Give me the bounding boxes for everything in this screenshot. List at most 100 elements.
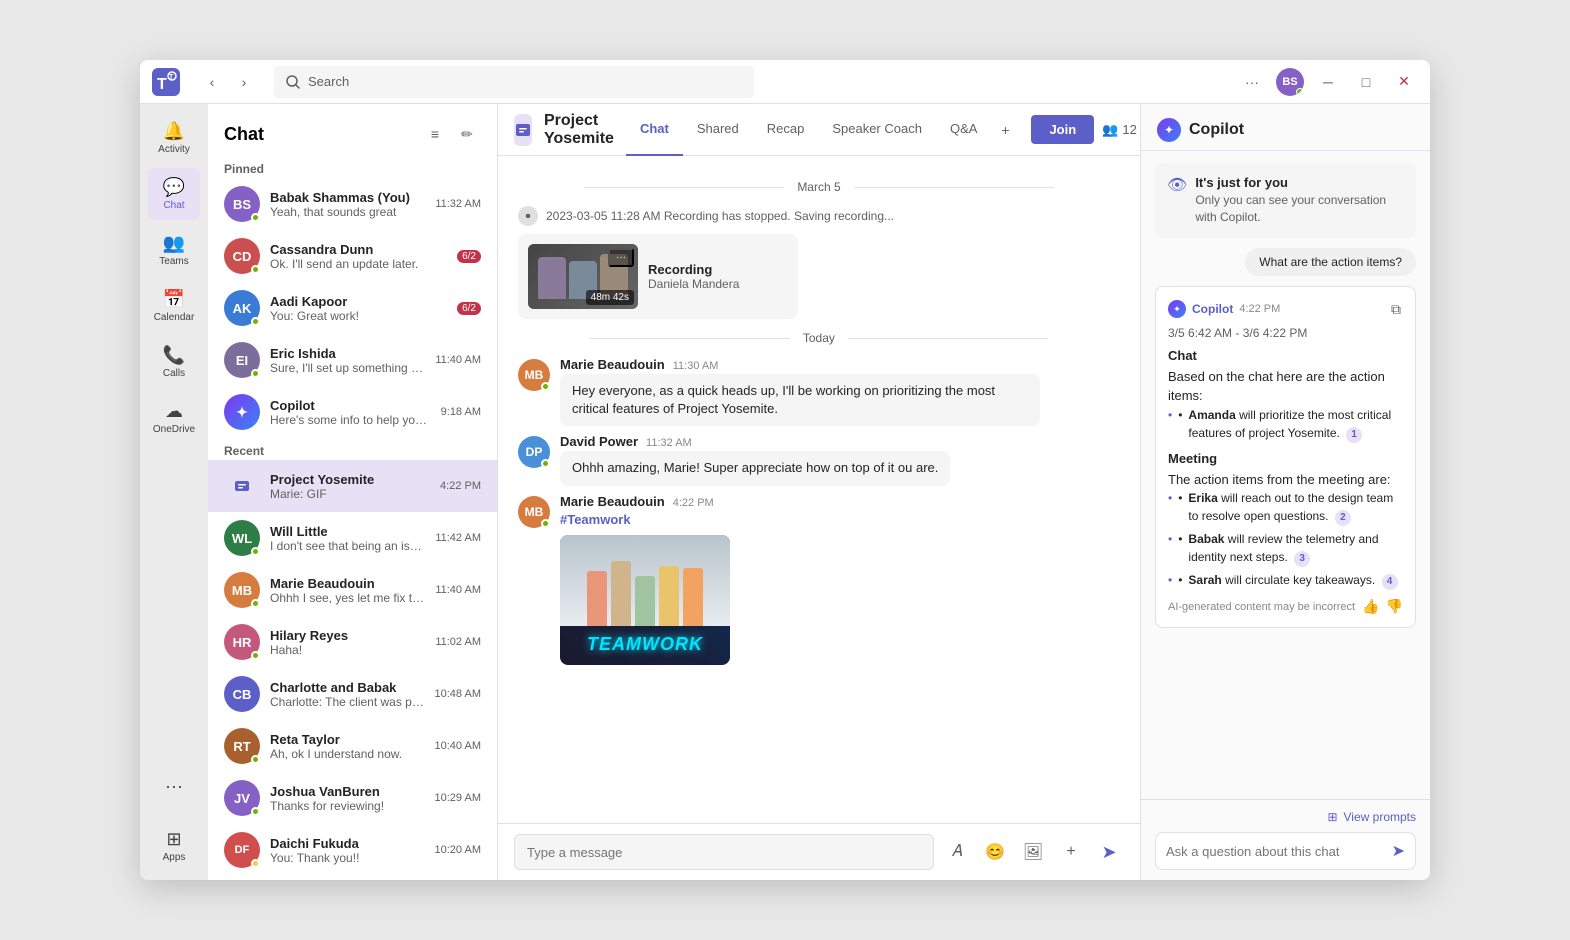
filter-button[interactable]: ≡ (421, 120, 449, 148)
list-item[interactable]: AK Aadi Kapoor You: Great work! 6/2 (208, 282, 497, 334)
sidebar-item-activity[interactable]: 🔔 Activity (148, 112, 200, 164)
copilot-meeting-list: • Erika will reach out to the design tea… (1168, 489, 1403, 590)
minimize-button[interactable]: ─ (1314, 68, 1342, 96)
sidebar-item-onedrive[interactable]: ☁ OneDrive (148, 392, 200, 444)
chat-preview: Sure, I'll set up something for next wee… (270, 361, 425, 375)
search-bar[interactable]: Search (274, 66, 754, 98)
list-item-text: Erika will reach out to the design team … (1188, 489, 1403, 526)
format-button[interactable]: 𝐴 (942, 837, 972, 867)
chat-name: Aadi Kapoor (270, 294, 447, 309)
copilot-chat-section: Chat (1168, 348, 1403, 363)
copilot-title: Copilot (1189, 121, 1244, 139)
sidebar-label-apps: Apps (163, 852, 186, 863)
sticker-button[interactable]: 🖼 (1018, 837, 1048, 867)
system-message: ⏺ 2023-03-05 11:28 AM Recording has stop… (518, 206, 1120, 226)
recording-more-button[interactable]: ··· (608, 248, 634, 267)
copilot-input-wrap: ➤ (1155, 832, 1416, 870)
sender-name: Marie Beaudouin (560, 494, 665, 509)
list-item[interactable]: JV Joshua VanBuren Thanks for reviewing!… (208, 772, 497, 824)
sidebar-apps-button[interactable]: ⊞ Apps (148, 820, 200, 872)
send-button[interactable]: ➤ (1094, 837, 1124, 867)
sidebar-more-button[interactable]: ··· (148, 760, 200, 812)
sidebar-item-teams[interactable]: 👥 Teams (148, 224, 200, 276)
svg-text:T: T (169, 74, 174, 81)
add-tab-button[interactable]: + (991, 116, 1019, 144)
message-input[interactable] (514, 834, 934, 870)
copilot-suggestion[interactable]: What are the action items? (1245, 248, 1416, 276)
emoji-button[interactable]: 😊 (980, 837, 1010, 867)
list-item[interactable]: EI Eric Ishida Sure, I'll set up somethi… (208, 334, 497, 386)
copilot-input[interactable] (1166, 844, 1384, 859)
view-prompts-label: View prompts (1344, 810, 1416, 824)
copilot-send-button[interactable]: ➤ (1392, 841, 1405, 861)
recording-icon: ⏺ (518, 206, 538, 226)
list-item[interactable]: BS Babak Shammas (You) Yeah, that sounds… (208, 178, 497, 230)
copilot-date-range: 3/5 6:42 AM - 3/6 4:22 PM (1168, 326, 1403, 340)
sidebar-label-calls: Calls (163, 368, 185, 379)
chat-name: Babak Shammas (You) (270, 190, 425, 205)
copy-button[interactable]: ⧉ (1389, 299, 1403, 320)
pinned-label: Pinned (208, 156, 497, 178)
close-button[interactable]: ✕ (1390, 68, 1418, 96)
list-item-text: Sarah will circulate key takeaways. 4 (1188, 571, 1397, 590)
join-button[interactable]: Join (1031, 115, 1094, 144)
list-item[interactable]: ✦ Copilot Here's some info to help you p… (208, 386, 497, 438)
list-item[interactable]: CB Charlotte and Babak Charlotte: The cl… (208, 668, 497, 720)
avatar: CD (224, 238, 260, 274)
chat-header-icon (514, 114, 532, 146)
chat-info: Joshua VanBuren Thanks for reviewing! (270, 784, 425, 813)
chat-info: Aadi Kapoor You: Great work! (270, 294, 447, 323)
chat-time: 11:32 AM (435, 198, 481, 210)
list-item[interactable]: WL Will Little I don't see that being an… (208, 512, 497, 564)
sidebar-item-calendar[interactable]: 📅 Calendar (148, 280, 200, 332)
sidebar-label-activity: Activity (158, 144, 190, 155)
tab-chat[interactable]: Chat (626, 104, 683, 156)
citation-badge: 3 (1294, 551, 1310, 567)
tab-qa[interactable]: Q&A (936, 104, 991, 156)
list-item[interactable]: DF Daichi Fukuda You: Thank you!! 10:20 … (208, 824, 497, 876)
view-prompts-link[interactable]: ⊞ View prompts (1155, 810, 1416, 824)
sidebar-item-chat[interactable]: 💬 Chat (148, 168, 200, 220)
chat-badge: 6/2 (457, 302, 481, 315)
thumbs-up-button[interactable]: 👍 (1362, 598, 1379, 615)
nav-back-button[interactable]: ‹ (198, 68, 226, 96)
list-item[interactable]: CD Cassandra Dunn Ok. I'll send an updat… (208, 230, 497, 282)
avatar: RT (224, 728, 260, 764)
attach-button[interactable]: + (1056, 837, 1086, 867)
list-item[interactable]: RT Reta Taylor Ah, ok I understand now. … (208, 720, 497, 772)
list-item[interactable]: MB Marie Beaudouin Ohhh I see, yes let m… (208, 564, 497, 616)
tab-recap[interactable]: Recap (753, 104, 819, 156)
chat-info: Copilot Here's some info to help you pre… (270, 398, 431, 427)
tab-shared[interactable]: Shared (683, 104, 753, 156)
chat-time: 11:02 AM (435, 636, 481, 648)
new-chat-button[interactable]: ✏ (453, 120, 481, 148)
titlebar-left: T T ‹ › (152, 68, 258, 96)
nav-forward-button[interactable]: › (230, 68, 258, 96)
recording-card[interactable]: 48m 42s ··· Recording Daniela Mandera (518, 234, 798, 319)
message-group: MB Marie Beaudouin 4:22 PM #Teamwork (518, 494, 1120, 665)
more-options-button[interactable]: ··· (1238, 68, 1266, 96)
chat-time: 10:40 AM (435, 740, 481, 752)
thumbs-down-button[interactable]: 👎 (1386, 598, 1403, 615)
calls-icon: 📞 (163, 345, 185, 366)
maximize-button[interactable]: □ (1352, 68, 1380, 96)
participants-info: 👥 12 (1102, 122, 1137, 138)
status-dot (251, 369, 260, 378)
message-group: DP David Power 11:32 AM Ohhh amazing, Ma… (518, 434, 1120, 485)
chat-time: 11:40 AM (435, 354, 481, 366)
message-time: 11:30 AM (673, 360, 719, 372)
status-dot (541, 459, 550, 468)
chat-name: Cassandra Dunn (270, 242, 447, 257)
list-item[interactable]: Project Yosemite Marie: GIF 4:22 PM (208, 460, 497, 512)
sidebar-item-calls[interactable]: 📞 Calls (148, 336, 200, 388)
chat-preview: Ah, ok I understand now. (270, 747, 425, 761)
eye-icon: 👁 (1167, 175, 1187, 195)
user-avatar[interactable]: BS (1276, 68, 1304, 96)
message-text: #Teamwork (560, 511, 631, 529)
tab-speaker-coach[interactable]: Speaker Coach (818, 104, 936, 156)
list-item[interactable]: HR Hilary Reyes Haha! 11:02 AM (208, 616, 497, 668)
chat-preview: You: Great work! (270, 309, 447, 323)
search-icon (286, 75, 300, 89)
message-body: David Power 11:32 AM Ohhh amazing, Marie… (560, 434, 1120, 485)
apps-icon: ⊞ (166, 829, 181, 850)
